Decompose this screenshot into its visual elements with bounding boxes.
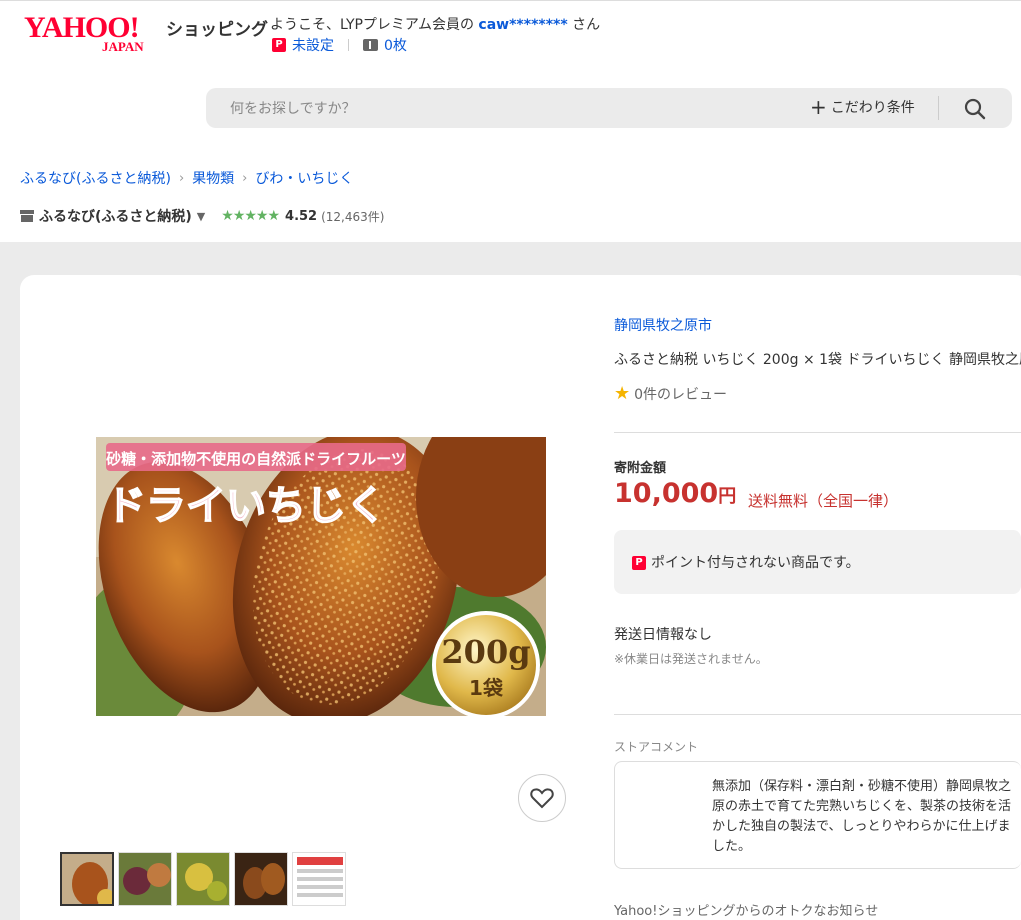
coupon-count-link[interactable]: 0枚 (384, 35, 407, 55)
chevron-right-icon: › (242, 170, 248, 186)
image-title-text: ドライいちじく (106, 483, 386, 529)
heart-icon (530, 788, 554, 809)
chevron-right-icon: › (178, 170, 185, 186)
paypay-icon: P (632, 556, 646, 570)
price-value: 10,000 (614, 478, 719, 509)
coupon-icon (363, 39, 378, 51)
product-image-graphic: 砂糖・添加物不使用の自然派ドライフルーツ ドライいちじく 200g 1袋 (96, 437, 546, 716)
search-bar: 何をお探しですか？ + こだわり条件 (206, 88, 1012, 128)
image-badge-weight: 200g (441, 633, 530, 671)
store-comment-text: 無添加（保存料・漂白剤・砂糖不使用）静岡県牧之原の赤土で育てた完熟いちじくを、製… (712, 779, 1012, 854)
store-name-link[interactable]: ふるなび(ふるさと納税) (39, 206, 192, 226)
shipping-info: 送料無料（全国一律） (748, 492, 899, 510)
notice-heading: Yahoo!ショッピングからのオトクなお知らせ (614, 904, 879, 919)
review-count-text: 0件のレビュー (634, 386, 728, 403)
thumbnail-2[interactable] (118, 852, 172, 906)
plus-icon: + (810, 95, 827, 119)
logo-sub: JAPAN (102, 39, 144, 54)
username[interactable]: caw******** (478, 17, 567, 33)
ship-note: ※休業日は発送されません。 (614, 652, 768, 666)
breadcrumb-item[interactable]: びわ・いちじく (255, 168, 353, 188)
breadcrumb-item[interactable]: 果物類 (192, 168, 234, 188)
account-status-row: P 未設定 0枚 (272, 35, 407, 55)
search-icon[interactable] (964, 98, 986, 120)
header: YAHOO! JAPAN ショッピング ようこそ、LYPプレミアム会員の caw… (0, 0, 1021, 242)
product-main-image[interactable]: 砂糖・添加物不使用の自然派ドライフルーツ ドライいちじく 200g 1袋 (96, 437, 546, 716)
store-review-count[interactable]: (12,463件) (321, 208, 384, 225)
thumbnail-3[interactable] (176, 852, 230, 906)
yahoo-logo[interactable]: YAHOO! JAPAN (24, 13, 162, 54)
search-input[interactable]: 何をお探しですか？ (230, 98, 356, 118)
chevron-down-icon[interactable]: ▼ (197, 210, 205, 223)
paypay-status-link[interactable]: 未設定 (292, 35, 334, 55)
thumbnail-strip (60, 852, 350, 906)
store-info-row: ふるなび(ふるさと納税) ▼ ★★★★★ 4.52 (12,463件) (20, 206, 384, 226)
price: 10,000円 (614, 478, 736, 509)
store-comment-box: 無添加（保存料・漂白剤・砂糖不使用）静岡県牧之原の赤土で育てた完熟いちじくを、製… (614, 761, 1021, 869)
review-row[interactable]: ★ 0件のレビュー (614, 383, 727, 404)
point-notice-text: ポイント付与されない商品です。 (651, 555, 860, 571)
thumbnail-5[interactable] (292, 852, 346, 906)
store-comment-label: ストアコメント (614, 740, 699, 754)
breadcrumb-item[interactable]: ふるなび(ふるさと納税) (20, 168, 171, 188)
welcome-message: ようこそ、LYPプレミアム会員の caw******** さん (270, 14, 600, 34)
price-unit: 円 (718, 486, 737, 507)
paypay-icon: P (272, 38, 286, 52)
point-notice-box: P ポイント付与されない商品です。 (614, 530, 1021, 594)
divider (348, 39, 349, 51)
rating-stars: ★★★★★ (221, 208, 280, 224)
product-title: ふるさと納税 いちじく 200g × 1袋 ドライいちじく 静岡県牧之原市 (614, 352, 1021, 368)
brand-shopping[interactable]: ショッピング (166, 15, 268, 40)
thumbnail-4[interactable] (234, 852, 288, 906)
municipality-link[interactable]: 静岡県牧之原市 (614, 315, 712, 335)
star-icon: ★ (614, 383, 631, 404)
divider (614, 714, 1021, 715)
divider (614, 432, 1021, 433)
favorite-button[interactable] (518, 774, 566, 822)
welcome-prefix: ようこそ、LYPプレミアム会員の (270, 17, 474, 33)
ship-date-info: 発送日情報なし (614, 627, 712, 643)
breadcrumb: ふるなび(ふるさと納税) › 果物類 › びわ・いちじく (20, 168, 353, 188)
store-icon (20, 210, 34, 222)
price-label: 寄附金額 (614, 461, 667, 476)
conditions-button[interactable]: + こだわり条件 (810, 97, 915, 117)
divider (938, 96, 939, 120)
conditions-label: こだわり条件 (830, 100, 915, 116)
thumbnail-1[interactable] (60, 852, 114, 906)
image-badge-count: 1袋 (469, 676, 504, 700)
image-banner-text: 砂糖・添加物不使用の自然派ドライフルーツ (106, 450, 406, 468)
store-rating: 4.52 (285, 208, 318, 224)
welcome-suffix: さん (572, 17, 601, 33)
